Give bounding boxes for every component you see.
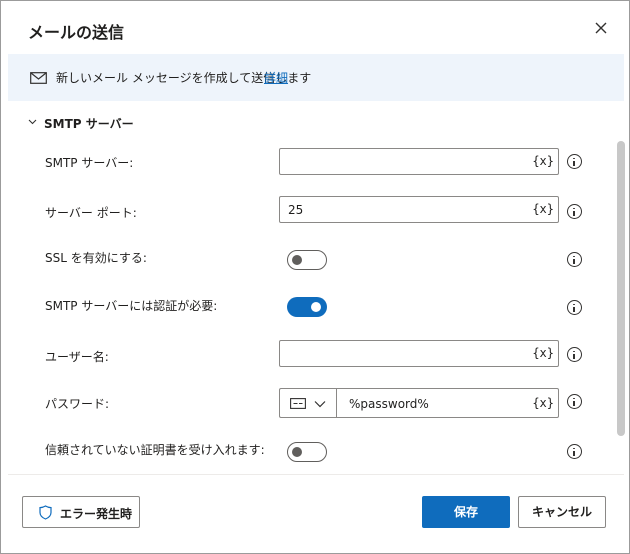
on-error-button[interactable]: エラー発生時 [22,496,140,528]
password-info-icon[interactable] [567,394,582,409]
username-info-icon[interactable] [567,347,582,362]
details-link[interactable]: 詳細 [264,69,288,86]
password-variable-button[interactable]: {x} [532,396,554,410]
on-error-label: エラー発生時 [60,507,133,521]
auth-required-info-icon[interactable] [567,300,582,315]
toggle-knob [311,302,321,312]
untrusted-certs-info-icon[interactable] [567,444,582,459]
smtp-server-input[interactable]: {x} [279,148,559,175]
password-input[interactable]: %password% {x} [336,388,559,418]
form-scroll-area[interactable]: SMTP サーバー SMTP サーバー: {x} サーバー ポート: 25 {x… [8,101,624,473]
toggle-knob [292,255,302,265]
toggle-knob [292,447,302,457]
section-title: SMTP サーバー [44,117,134,131]
chevron-down-icon [314,401,326,408]
server-port-label: サーバー ポート: [45,206,137,220]
username-variable-button[interactable]: {x} [532,346,554,360]
password-field-icon [290,398,306,409]
smtp-server-info-icon[interactable] [567,154,582,169]
server-port-info-icon[interactable] [567,204,582,219]
server-port-input[interactable]: 25 {x} [279,196,559,223]
footer-divider [8,474,624,475]
password-value: %password% [349,397,429,411]
username-label: ユーザー名: [45,350,109,364]
vertical-scrollbar[interactable] [617,141,625,436]
ssl-label: SSL を有効にする: [45,251,147,265]
server-port-variable-button[interactable]: {x} [532,202,554,216]
username-input[interactable]: {x} [279,340,559,367]
smtp-server-label: SMTP サーバー: [45,156,134,170]
untrusted-certs-label: 信頼されていない証明書を受け入れます: [45,443,265,457]
dialog-title: メールの送信 [28,23,125,42]
close-icon[interactable] [592,19,610,37]
cancel-button[interactable]: キャンセル [518,496,606,528]
send-email-dialog: メールの送信 新しいメール メッセージを作成して送信します 詳細 SMTP サー… [0,0,630,554]
smtp-server-variable-button[interactable]: {x} [532,154,554,168]
ssl-info-icon[interactable] [567,252,582,267]
auth-required-toggle[interactable] [287,297,327,317]
save-button[interactable]: 保存 [422,496,510,528]
ssl-toggle[interactable] [287,250,327,270]
password-mode-dropdown[interactable] [279,388,336,418]
password-label: パスワード: [45,397,110,411]
chevron-down-icon [28,119,37,125]
auth-required-label: SMTP サーバーには認証が必要: [45,299,218,313]
untrusted-certs-toggle[interactable] [287,442,327,462]
server-port-value: 25 [288,203,304,217]
shield-icon [39,505,52,520]
mail-icon [30,72,47,84]
info-banner: 新しいメール メッセージを作成して送信します 詳細 [8,54,624,101]
